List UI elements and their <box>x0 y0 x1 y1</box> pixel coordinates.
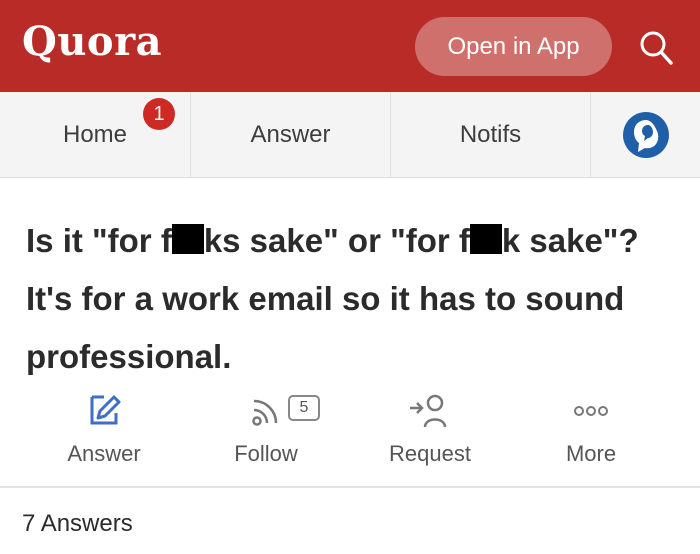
request-person-icon <box>410 394 447 428</box>
follow-action-button[interactable]: Follow 5 <box>196 385 336 480</box>
nav-bar: Home 1 Answer Notifs <box>0 92 700 178</box>
answer-action-button[interactable]: Answer <box>34 385 174 480</box>
edit-icon <box>90 395 121 425</box>
answer-action-label: Answer <box>67 441 141 466</box>
follow-action-label: Follow <box>234 441 298 466</box>
notification-badge: 1 <box>143 98 175 130</box>
nav-notifs-label: Notifs <box>459 121 522 148</box>
nav-notifs[interactable]: Notifs <box>390 92 590 178</box>
nav-home-label: Home <box>62 121 128 148</box>
nav-profile[interactable] <box>590 92 700 178</box>
quora-logo[interactable]: Quora <box>22 18 162 65</box>
more-dots-icon <box>574 406 608 416</box>
more-action-label: More <box>565 441 617 466</box>
question-text-part-1: Is it "for f <box>26 222 172 259</box>
redaction-bar <box>469 224 502 254</box>
section-divider <box>0 486 700 488</box>
rss-follow-icon <box>252 399 278 426</box>
question-actions: Answer Follow 5 Request More <box>0 385 700 480</box>
open-in-app-button[interactable]: Open in App <box>415 17 612 76</box>
question-text-part-2: ks sake" or "for f <box>203 222 470 259</box>
profile-avatar-icon <box>622 112 669 158</box>
nav-answer-label: Answer <box>250 121 331 148</box>
nav-answer[interactable]: Answer <box>190 92 390 178</box>
question-title[interactable]: Is it "for f ks sake" or "for fk sake"? I… <box>26 212 676 386</box>
request-action-label: Request <box>389 441 471 466</box>
more-action-button[interactable]: More <box>521 385 661 480</box>
answers-count: 7 Answers <box>22 510 133 537</box>
redaction-bar <box>171 224 204 254</box>
request-action-button[interactable]: Request <box>360 385 500 480</box>
top-bar: Quora Open in App <box>0 0 700 92</box>
follow-count-badge: 5 <box>288 395 320 421</box>
search-icon[interactable] <box>636 28 676 68</box>
